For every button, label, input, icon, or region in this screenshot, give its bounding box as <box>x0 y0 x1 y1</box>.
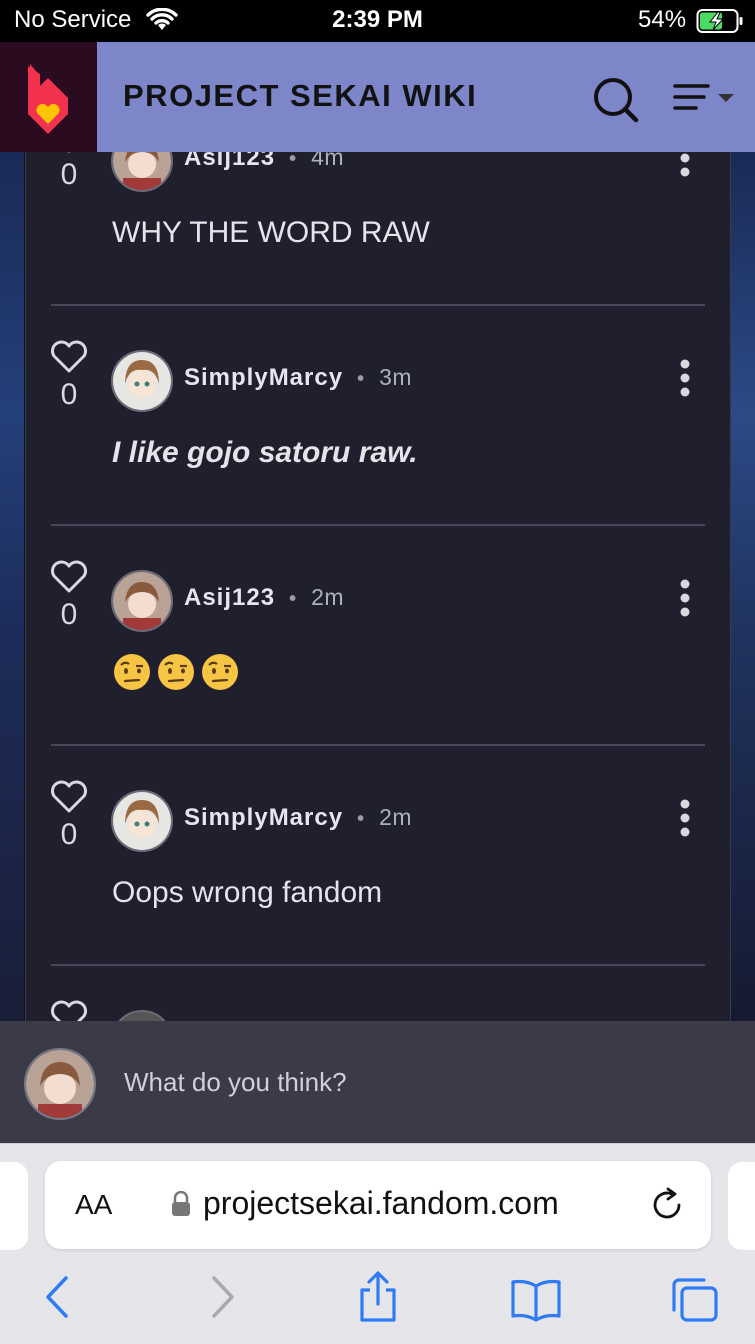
url-text[interactable]: projectsekai.fandom.com <box>203 1185 559 1222</box>
heart-icon <box>51 780 87 813</box>
comment-body: Oops wrong fandom <box>112 876 383 909</box>
like-button[interactable] <box>50 560 88 599</box>
comments-panel: 0 Asij123 • 4m WHY THE WORD RAW 0 SimplyMa… <box>25 152 731 1022</box>
comment-time: 4m <box>311 152 345 170</box>
comment-body <box>112 652 244 700</box>
reply-bar <box>0 1021 755 1143</box>
text-size-button[interactable]: AA <box>75 1189 112 1221</box>
fandom-logo-button[interactable] <box>0 42 97 152</box>
hamburger-menu-icon <box>673 84 734 110</box>
more-vertical-icon <box>680 799 690 837</box>
like-button[interactable] <box>50 1000 88 1022</box>
comment-time: 2m <box>311 584 345 610</box>
avatar[interactable] <box>111 152 173 192</box>
reload-button[interactable] <box>649 1187 685 1228</box>
more-vertical-icon <box>680 579 690 617</box>
tabs-icon <box>672 1278 718 1322</box>
heart-icon <box>67 152 71 153</box>
like-count: 0 <box>60 158 78 191</box>
comment-author[interactable]: SimplyMarcy <box>184 364 343 391</box>
more-options-button[interactable] <box>678 358 692 403</box>
bookmarks-button[interactable] <box>510 1278 562 1327</box>
page-background-right <box>730 152 755 1022</box>
separator-dot: • <box>289 152 298 170</box>
battery-charging-icon <box>696 8 746 39</box>
forward-button[interactable] <box>204 1274 240 1325</box>
separator-dot: • <box>357 808 366 830</box>
comment-author-line: Asij123 • 4m <box>184 152 344 172</box>
comment-author-line: SimplyMarcy • 3m <box>184 364 412 392</box>
like-count: 0 <box>60 598 78 631</box>
more-options-button[interactable] <box>678 152 692 183</box>
more-vertical-icon <box>680 359 690 397</box>
comment-author[interactable]: Asij123 <box>184 152 275 171</box>
status-bar: No Service 2:39 PM 54% <box>0 0 755 42</box>
search-icon <box>594 78 639 123</box>
heart-icon <box>51 560 87 593</box>
comment-author[interactable]: SimplyMarcy <box>184 804 343 831</box>
like-count: 0 <box>60 818 78 851</box>
separator-dot: • <box>357 368 366 390</box>
tabs-button[interactable] <box>670 1276 720 1329</box>
reload-icon <box>653 1187 681 1219</box>
like-count: 0 <box>60 378 78 411</box>
comment-item <box>26 966 730 1022</box>
more-options-button[interactable] <box>678 578 692 623</box>
comment-time: 3m <box>379 364 413 390</box>
back-icon <box>46 1276 68 1318</box>
comment-author-line: SimplyMarcy • 2m <box>184 804 412 832</box>
like-button[interactable] <box>50 340 88 379</box>
more-options-button[interactable] <box>678 798 692 843</box>
separator-dot: • <box>289 588 298 610</box>
like-button[interactable] <box>50 780 88 819</box>
comment-body: WHY THE WORD RAW <box>112 216 430 249</box>
fandom-heart-flame-icon <box>28 64 68 134</box>
previous-tab-preview[interactable] <box>0 1162 28 1250</box>
comment-author[interactable]: Asij123 <box>184 584 275 611</box>
site-header: PROJECT SEKAI WIKI <box>0 42 755 152</box>
comment-item: 0 Asij123 • 4m WHY THE WORD RAW <box>26 152 730 306</box>
current-user-avatar <box>24 1048 96 1120</box>
comment-time: 2m <box>379 804 413 830</box>
next-tab-preview[interactable] <box>728 1162 755 1250</box>
search-button[interactable] <box>590 74 640 129</box>
face-with-raised-eyebrow-icon <box>156 652 196 700</box>
share-button[interactable] <box>356 1270 400 1329</box>
lock-icon <box>171 1190 191 1222</box>
page-background-left <box>0 152 24 1022</box>
more-vertical-icon <box>680 153 690 177</box>
site-title[interactable]: PROJECT SEKAI WIKI <box>123 78 477 114</box>
face-with-raised-eyebrow-icon <box>200 652 240 700</box>
share-icon <box>360 1271 396 1322</box>
heart-icon <box>51 340 87 373</box>
battery-percent: 54% <box>638 6 687 33</box>
heart-icon <box>51 1000 87 1022</box>
comment-body: I like gojo satoru raw. <box>112 436 418 469</box>
forward-icon <box>212 1276 234 1318</box>
avatar[interactable] <box>111 570 173 632</box>
menu-button[interactable] <box>672 78 738 123</box>
comment-item: 0 SimplyMarcy • 3m I like gojo satoru raw. <box>26 306 730 526</box>
avatar[interactable] <box>111 350 173 412</box>
comment-item: 0 SimplyMarcy • 2m Oops wrong fandom <box>26 746 730 966</box>
back-button[interactable] <box>40 1274 76 1325</box>
bookmarks-icon <box>511 1279 561 1322</box>
browser-bottom-bar: AA projectsekai.fandom.com <box>0 1143 755 1344</box>
comment-item: 0 Asij123 • 2m <box>26 526 730 746</box>
avatar[interactable] <box>111 790 173 852</box>
comment-author-line: Asij123 • 2m <box>184 584 344 612</box>
address-bar[interactable]: AA projectsekai.fandom.com <box>45 1161 711 1249</box>
comment-input[interactable] <box>122 1061 686 1103</box>
face-with-raised-eyebrow-icon <box>112 652 152 700</box>
